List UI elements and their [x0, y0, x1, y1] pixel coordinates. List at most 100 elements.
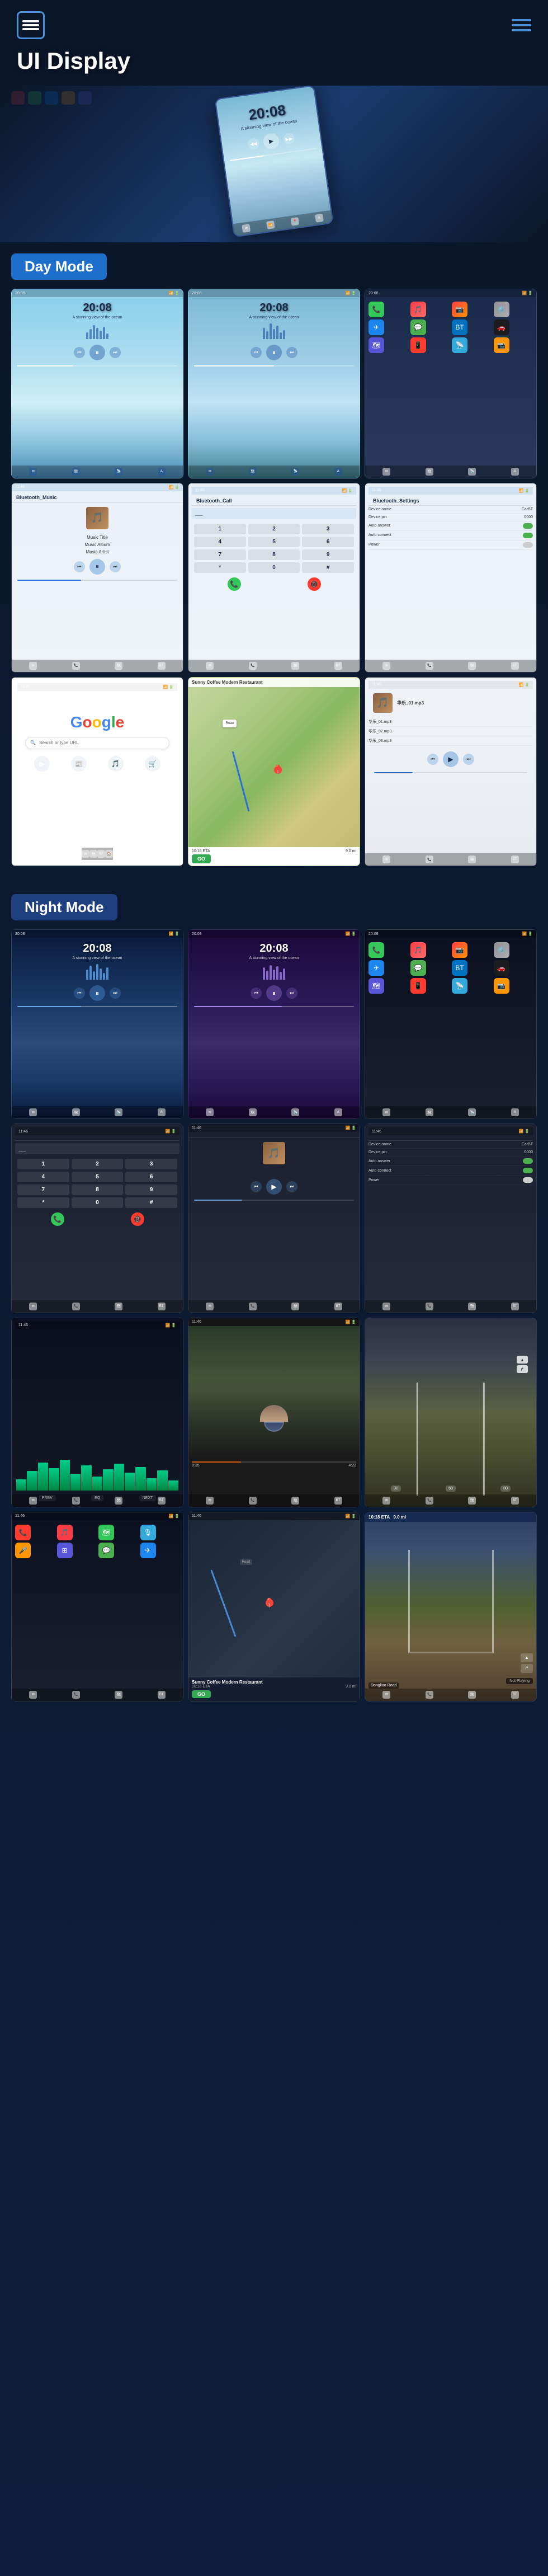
night-go-btn[interactable]: GO: [192, 1690, 211, 1698]
dial-key-2[interactable]: 2: [248, 524, 300, 534]
app-bt-icon[interactable]: BT: [452, 319, 467, 335]
shortcut-icon-4[interactable]: 🛒: [145, 756, 160, 772]
night-cp-whatsapp[interactable]: 💬: [98, 1543, 114, 1558]
shortcut-icon-2[interactable]: 📰: [71, 756, 87, 772]
app-phone-icon[interactable]: 📞: [369, 302, 384, 317]
night-dial-star[interactable]: *: [17, 1197, 69, 1208]
dial-key-4[interactable]: 4: [194, 537, 246, 547]
night-dial-1[interactable]: 1: [17, 1159, 69, 1169]
night-app-wifi[interactable]: 📡: [452, 978, 467, 994]
night-call-hangup[interactable]: 📵: [131, 1212, 144, 1226]
night-app-phone[interactable]: 📞: [369, 942, 384, 958]
night-nav-up[interactable]: ▲: [521, 1653, 533, 1662]
maps-go-btn[interactable]: GO: [192, 854, 211, 863]
day-next-2[interactable]: ⏭: [286, 347, 297, 358]
dial-key-star[interactable]: *: [194, 562, 246, 573]
app-phone2-icon[interactable]: 📱: [410, 337, 426, 353]
night-next-2[interactable]: ⏭: [286, 988, 297, 999]
night-app-telegram[interactable]: ✈: [369, 960, 384, 976]
night-cp-appstore[interactable]: ⊞: [57, 1543, 73, 1558]
night-dial-0[interactable]: 0: [72, 1197, 124, 1208]
night-call-answer[interactable]: 📞: [51, 1212, 64, 1226]
night-cp-podcast[interactable]: 🎙: [140, 1525, 156, 1540]
dial-key-6[interactable]: 6: [302, 537, 354, 547]
night-dial-8[interactable]: 8: [72, 1184, 124, 1195]
day-prev-1[interactable]: ⏮: [74, 347, 85, 358]
local-track-3[interactable]: 华乐_03.mp3: [369, 736, 533, 746]
google-search-bar[interactable]: 🔍 Search or type URL: [25, 737, 169, 749]
day-next-1[interactable]: ⏭: [110, 347, 121, 358]
local-next-btn[interactable]: ⏭: [463, 754, 474, 765]
night-pw-toggle[interactable]: [523, 1177, 533, 1183]
app-photos-icon[interactable]: 📷: [452, 302, 467, 317]
dial-key-5[interactable]: 5: [248, 537, 300, 547]
night-app-nav[interactable]: 🗺: [369, 978, 384, 994]
call-answer-btn[interactable]: 📞: [228, 577, 241, 591]
night-prev-1[interactable]: ⏮: [74, 988, 85, 999]
app-telegram-icon[interactable]: ✈: [369, 319, 384, 335]
night-bt-play[interactable]: ▶: [266, 1179, 282, 1195]
dial-key-8[interactable]: 8: [248, 549, 300, 560]
night-app-carplay[interactable]: 🚗: [494, 960, 509, 976]
app-music-icon[interactable]: 🎵: [410, 302, 426, 317]
night-bt-next[interactable]: ⏭: [286, 1181, 297, 1192]
night-app-wechat[interactable]: 💬: [410, 960, 426, 976]
road-speed-2[interactable]: 50: [446, 1486, 456, 1492]
night-next-1[interactable]: ⏭: [110, 988, 121, 999]
shortcut-icon-3[interactable]: 🎵: [108, 756, 124, 772]
night-app-photos[interactable]: 📷: [452, 942, 467, 958]
night-dial-hash[interactable]: #: [125, 1197, 177, 1208]
bt-prev-btn[interactable]: ⏮: [74, 561, 85, 572]
call-hangup-btn[interactable]: 📵: [308, 577, 321, 591]
local-prev-btn[interactable]: ⏮: [427, 754, 438, 765]
night-app-music[interactable]: 🎵: [410, 942, 426, 958]
dial-key-1[interactable]: 1: [194, 524, 246, 534]
night-cp-music[interactable]: 🎵: [57, 1525, 73, 1540]
local-track-1[interactable]: 华乐_01.mp3: [369, 717, 533, 727]
menu-icon[interactable]: [512, 19, 531, 31]
settings-aa-toggle[interactable]: [523, 523, 533, 529]
day-prev-2[interactable]: ⏮: [251, 347, 262, 358]
night-bt-prev[interactable]: ⏮: [251, 1181, 262, 1192]
night-dial-2[interactable]: 2: [72, 1159, 124, 1169]
night-aa-toggle[interactable]: [523, 1158, 533, 1164]
night-app-phone2[interactable]: 📱: [410, 978, 426, 994]
night-ac-toggle[interactable]: [523, 1168, 533, 1173]
night-app-bt[interactable]: BT: [452, 960, 467, 976]
night-play-2[interactable]: ⏸: [266, 985, 282, 1001]
night-app-settings[interactable]: ⚙️: [494, 942, 509, 958]
night-play-1[interactable]: ⏸: [89, 985, 105, 1001]
day-play-2[interactable]: ⏸: [266, 345, 282, 360]
app-settings-icon[interactable]: ⚙️: [494, 302, 509, 317]
night-dial-5[interactable]: 5: [72, 1172, 124, 1182]
night-cp-maps[interactable]: 🗺: [98, 1525, 114, 1540]
dial-key-9[interactable]: 9: [302, 549, 354, 560]
dial-key-hash[interactable]: #: [302, 562, 354, 573]
local-track-2[interactable]: 华乐_02.mp3: [369, 727, 533, 736]
night-dial-4[interactable]: 4: [17, 1172, 69, 1182]
settings-pw-toggle[interactable]: [523, 542, 533, 548]
night-nav-right[interactable]: ↱: [521, 1664, 533, 1673]
night-prev-2[interactable]: ⏮: [251, 988, 262, 999]
app-wechat-icon[interactable]: 💬: [410, 319, 426, 335]
settings-ac-toggle[interactable]: [523, 533, 533, 538]
app-nav-icon[interactable]: 🗺: [369, 337, 384, 353]
app-carplay-icon[interactable]: 🚗: [494, 319, 509, 335]
night-dial-6[interactable]: 6: [125, 1172, 177, 1182]
night-dial-3[interactable]: 3: [125, 1159, 177, 1169]
hero-play-btn[interactable]: ▶: [262, 133, 280, 151]
shortcut-icon-1[interactable]: ▶: [34, 756, 50, 772]
night-cp-telegram2[interactable]: ✈: [140, 1543, 156, 1558]
dial-key-3[interactable]: 3: [302, 524, 354, 534]
night-cp-siri[interactable]: 🎤: [15, 1543, 31, 1558]
night-dial-9[interactable]: 9: [125, 1184, 177, 1195]
dial-key-0[interactable]: 0: [248, 562, 300, 573]
night-cp-phone[interactable]: 📞: [15, 1525, 31, 1540]
road-speed-1[interactable]: 30: [391, 1486, 401, 1492]
night-app-camera[interactable]: 📷: [494, 978, 509, 994]
hero-prev-btn[interactable]: ◀◀: [247, 138, 260, 151]
bt-play-btn[interactable]: ⏸: [89, 559, 105, 575]
app-wifi-icon[interactable]: 📡: [452, 337, 467, 353]
bt-next-btn[interactable]: ⏭: [110, 561, 121, 572]
night-dial-7[interactable]: 7: [17, 1184, 69, 1195]
